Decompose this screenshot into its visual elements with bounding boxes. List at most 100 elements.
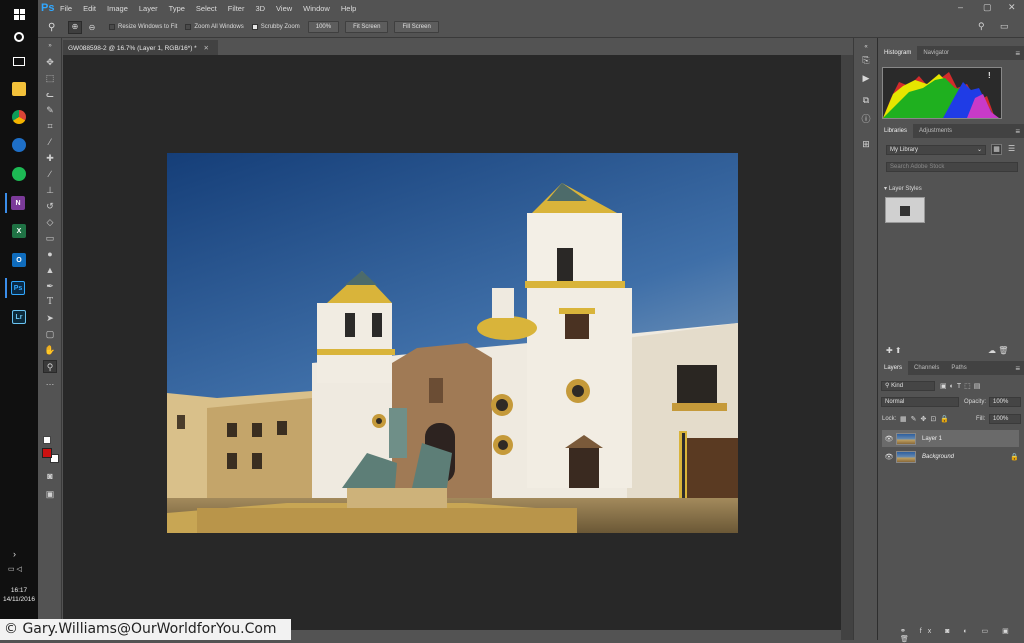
visibility-eye-icon[interactable]: 👁 xyxy=(882,453,896,461)
menu-file[interactable]: File xyxy=(60,4,72,13)
menu-filter[interactable]: Filter xyxy=(228,4,245,13)
onenote-icon[interactable]: N xyxy=(5,193,29,213)
type-tool-icon[interactable]: T xyxy=(43,296,57,309)
layer-styles-section[interactable]: ▾ Layer Styles xyxy=(884,185,922,192)
layer-row-background[interactable]: 👁 Background 🔒 xyxy=(882,448,1019,465)
layer-row-layer1[interactable]: 👁 Layer 1 xyxy=(882,430,1019,447)
clone-stamp-tool-icon[interactable]: ⊥ xyxy=(43,184,57,197)
eraser-tool-icon[interactable]: ◇ xyxy=(43,216,57,229)
default-colors-icon[interactable] xyxy=(43,436,51,444)
blur-tool-icon[interactable]: ● xyxy=(43,248,57,261)
foreground-color-swatch[interactable] xyxy=(42,448,52,458)
grid-view-icon[interactable]: ▦ xyxy=(991,144,1002,155)
edge-icon[interactable] xyxy=(7,135,31,155)
eyedropper-tool-icon[interactable]: ⁄ xyxy=(43,136,57,149)
photoshop-taskbar-icon[interactable]: Ps xyxy=(5,278,29,298)
actions-panel-icon[interactable]: ▶ xyxy=(860,72,872,84)
marquee-tool-icon[interactable]: ⬚ xyxy=(43,72,57,85)
dodge-tool-icon[interactable]: ▲ xyxy=(43,264,57,277)
tab-navigator[interactable]: Navigator xyxy=(917,46,955,60)
gradient-tool-icon[interactable]: ▭ xyxy=(43,232,57,245)
tab-histogram[interactable]: Histogram xyxy=(878,46,918,60)
clock[interactable]: 16:17 14/11/2016 xyxy=(0,586,38,604)
history-brush-tool-icon[interactable]: ↺ xyxy=(43,200,57,213)
close-icon[interactable]: ✕ xyxy=(1008,2,1016,13)
search-icon[interactable]: ⚲ xyxy=(978,21,985,32)
blend-mode-select[interactable]: Normal xyxy=(881,397,959,407)
file-explorer-icon[interactable] xyxy=(7,79,31,99)
spotify-icon[interactable] xyxy=(7,164,31,184)
document-image[interactable] xyxy=(167,153,738,533)
tab-layers[interactable]: Layers xyxy=(878,361,909,375)
chevron-up-icon[interactable]: › xyxy=(13,549,16,559)
quick-mask-icon[interactable]: ◙ xyxy=(43,470,57,483)
quick-selection-tool-icon[interactable]: ✎ xyxy=(43,104,57,117)
screen-mode-icon[interactable]: ▣ xyxy=(43,488,57,501)
histogram-warning-icon[interactable]: ! xyxy=(988,71,991,80)
task-view-icon[interactable] xyxy=(7,51,31,71)
pen-tool-icon[interactable]: ✒ xyxy=(43,280,57,293)
chrome-icon[interactable] xyxy=(7,107,31,127)
edit-toolbar-icon[interactable]: … xyxy=(43,376,57,389)
tray-icons[interactable]: ▭ ◁ xyxy=(8,565,30,573)
hand-tool-icon[interactable]: ✋ xyxy=(43,344,57,357)
layer-filter-icons[interactable]: ▣◐T⬚▤ xyxy=(940,382,983,390)
panel-menu-icon[interactable]: ≡ xyxy=(1015,49,1020,58)
move-tool-icon[interactable]: ✥ xyxy=(43,56,57,69)
history-panel-icon[interactable]: ⎘ xyxy=(860,54,872,66)
scrubby-zoom-checkbox[interactable]: Scrubby Zoom xyxy=(251,24,300,30)
zoom-in-icon[interactable]: ⊕ xyxy=(68,20,82,34)
excel-icon[interactable]: X xyxy=(7,221,31,241)
menu-view[interactable]: View xyxy=(276,4,292,13)
shape-tool-icon[interactable]: ▢ xyxy=(43,328,57,341)
menu-image[interactable]: Image xyxy=(107,4,128,13)
menu-select[interactable]: Select xyxy=(196,4,217,13)
path-selection-tool-icon[interactable]: ➤ xyxy=(43,312,57,325)
library-sync-icon[interactable]: ☁ 🗑 xyxy=(988,346,1008,355)
dock-collapse-icon[interactable]: « xyxy=(860,41,872,53)
lasso-tool-icon[interactable]: ᓚ xyxy=(43,88,57,101)
tab-adjustments[interactable]: Adjustments xyxy=(913,124,958,138)
tab-libraries[interactable]: Libraries xyxy=(878,124,914,138)
tab-channels[interactable]: Channels xyxy=(908,361,945,375)
workspace-icon[interactable]: ▭ xyxy=(1000,21,1009,32)
zoom-all-checkbox[interactable]: Zoom All Windows xyxy=(185,24,244,30)
device-preview-icon[interactable]: ⧉ xyxy=(860,94,872,106)
layer-style-thumbnail[interactable] xyxy=(885,197,925,223)
zoom-100-button[interactable]: 100% xyxy=(307,21,340,33)
windows-start-icon[interactable] xyxy=(7,4,31,24)
outlook-icon[interactable]: O xyxy=(7,250,31,270)
menu-3d[interactable]: 3D xyxy=(255,4,265,13)
menu-layer[interactable]: Layer xyxy=(139,4,158,13)
toolbox-collapse-icon[interactable]: » xyxy=(43,40,57,53)
visibility-eye-icon[interactable]: 👁 xyxy=(882,435,896,443)
crop-tool-icon[interactable]: ⌗ xyxy=(43,120,57,133)
menu-help[interactable]: Help xyxy=(341,4,356,13)
layer-filter-kind[interactable]: ⚲ Kind xyxy=(881,381,935,391)
add-to-library-icon[interactable]: ✚ ⬆ xyxy=(886,346,902,355)
info-panel-icon[interactable]: ⓘ xyxy=(860,113,872,125)
document-close-icon[interactable]: ✕ xyxy=(204,45,209,52)
lightroom-icon[interactable]: Lr xyxy=(7,307,31,327)
resize-windows-checkbox[interactable]: Resize Windows to Fit xyxy=(109,24,177,30)
minimize-icon[interactable]: – xyxy=(958,2,963,12)
tab-paths[interactable]: Paths xyxy=(945,361,972,375)
healing-brush-tool-icon[interactable]: ✚ xyxy=(43,152,57,165)
list-view-icon[interactable]: ☰ xyxy=(1008,144,1015,153)
fill-field[interactable]: 100% xyxy=(989,414,1021,424)
fill-screen-button[interactable]: Fill Screen xyxy=(394,21,439,33)
zoom-tool-icon[interactable]: ⚲ xyxy=(43,360,57,373)
library-select[interactable]: My Library ⌄ xyxy=(886,145,986,155)
fit-screen-button[interactable]: Fit Screen xyxy=(345,21,389,33)
panel-menu-icon[interactable]: ≡ xyxy=(1015,127,1020,136)
lock-icons[interactable]: ▦✎✥⊡🔒 xyxy=(900,415,953,423)
brush-tool-icon[interactable]: ∕ xyxy=(43,168,57,181)
cortana-icon[interactable] xyxy=(7,27,31,47)
menu-type[interactable]: Type xyxy=(169,4,185,13)
document-tab[interactable]: GW088598-2 @ 16.7% (Layer 1, RGB/16*) * … xyxy=(63,40,218,55)
vertical-scrollbar[interactable] xyxy=(841,55,853,640)
search-stock-input[interactable]: Search Adobe Stock xyxy=(886,162,1018,172)
opacity-field[interactable]: 100% xyxy=(989,397,1021,407)
menu-window[interactable]: Window xyxy=(303,4,330,13)
layers-footer-icons[interactable]: ⚭ fx ◙ ◐ ▭ ▣ 🗑 xyxy=(900,627,1024,643)
